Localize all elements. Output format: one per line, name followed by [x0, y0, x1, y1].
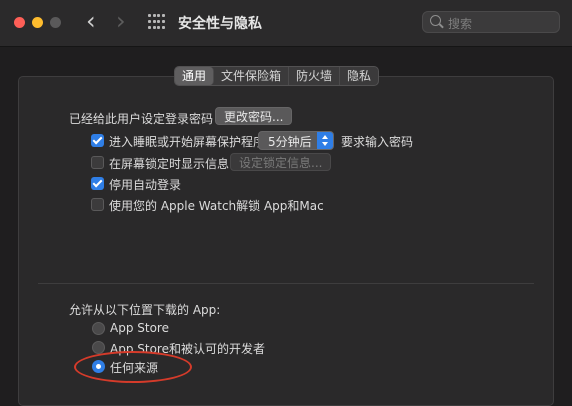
- chevron-right-icon[interactable]: ›: [116, 9, 126, 33]
- select-value: 5分钟后: [268, 135, 312, 149]
- annotation-ellipse: [74, 351, 192, 383]
- require-password-delay-select[interactable]: 5分钟后: [258, 131, 334, 150]
- close-window-button[interactable]: [14, 17, 25, 28]
- require-password-checkbox[interactable]: [91, 134, 104, 147]
- zoom-window-button[interactable]: [50, 17, 61, 28]
- apple-watch-unlock-label: 使用您的 Apple Watch解锁 App和Mac: [109, 199, 324, 213]
- apple-watch-unlock-checkbox[interactable]: [91, 198, 104, 211]
- change-password-button[interactable]: 更改密码...: [215, 107, 293, 125]
- tab-filevault[interactable]: 文件保险箱: [214, 67, 290, 85]
- section-divider: [38, 283, 534, 284]
- minimize-window-button[interactable]: [32, 17, 43, 28]
- show-message-label: 在屏幕锁定时显示信息: [109, 157, 230, 171]
- disable-auto-login-label: 停用自动登录: [109, 178, 182, 192]
- tab-privacy[interactable]: 隐私: [340, 67, 378, 85]
- tab-general[interactable]: 通用: [175, 67, 215, 85]
- radio-app-store-label: App Store: [110, 321, 169, 335]
- window-title: 安全性与隐私: [178, 16, 262, 32]
- search-icon: [430, 15, 441, 26]
- tab-bar: 通用 文件保险箱 防火墙 隐私: [174, 66, 380, 86]
- search-input[interactable]: 搜索: [422, 11, 560, 33]
- disable-auto-login-checkbox[interactable]: [91, 177, 104, 190]
- set-lock-message-button[interactable]: 设定锁定信息...: [230, 153, 332, 171]
- search-placeholder: 搜索: [448, 17, 473, 31]
- password-set-label: 已经给此用户设定登录密码: [69, 112, 214, 126]
- radio-app-store[interactable]: [92, 322, 105, 335]
- radio-app-store-identified[interactable]: [92, 341, 105, 354]
- chevron-updown-icon: [317, 132, 333, 149]
- downloads-heading: 允许从以下位置下载的 App:: [69, 303, 221, 317]
- require-password-suffix: 要求输入密码: [341, 135, 414, 149]
- title-bar: ‹ › 安全性与隐私 搜索: [0, 0, 572, 47]
- show-all-grid-icon[interactable]: [148, 14, 165, 31]
- tab-firewall[interactable]: 防火墙: [289, 67, 341, 85]
- show-message-checkbox[interactable]: [91, 156, 104, 169]
- require-password-label: 进入睡眠或开始屏幕保护程序: [109, 135, 266, 149]
- chevron-left-icon[interactable]: ‹: [86, 9, 96, 33]
